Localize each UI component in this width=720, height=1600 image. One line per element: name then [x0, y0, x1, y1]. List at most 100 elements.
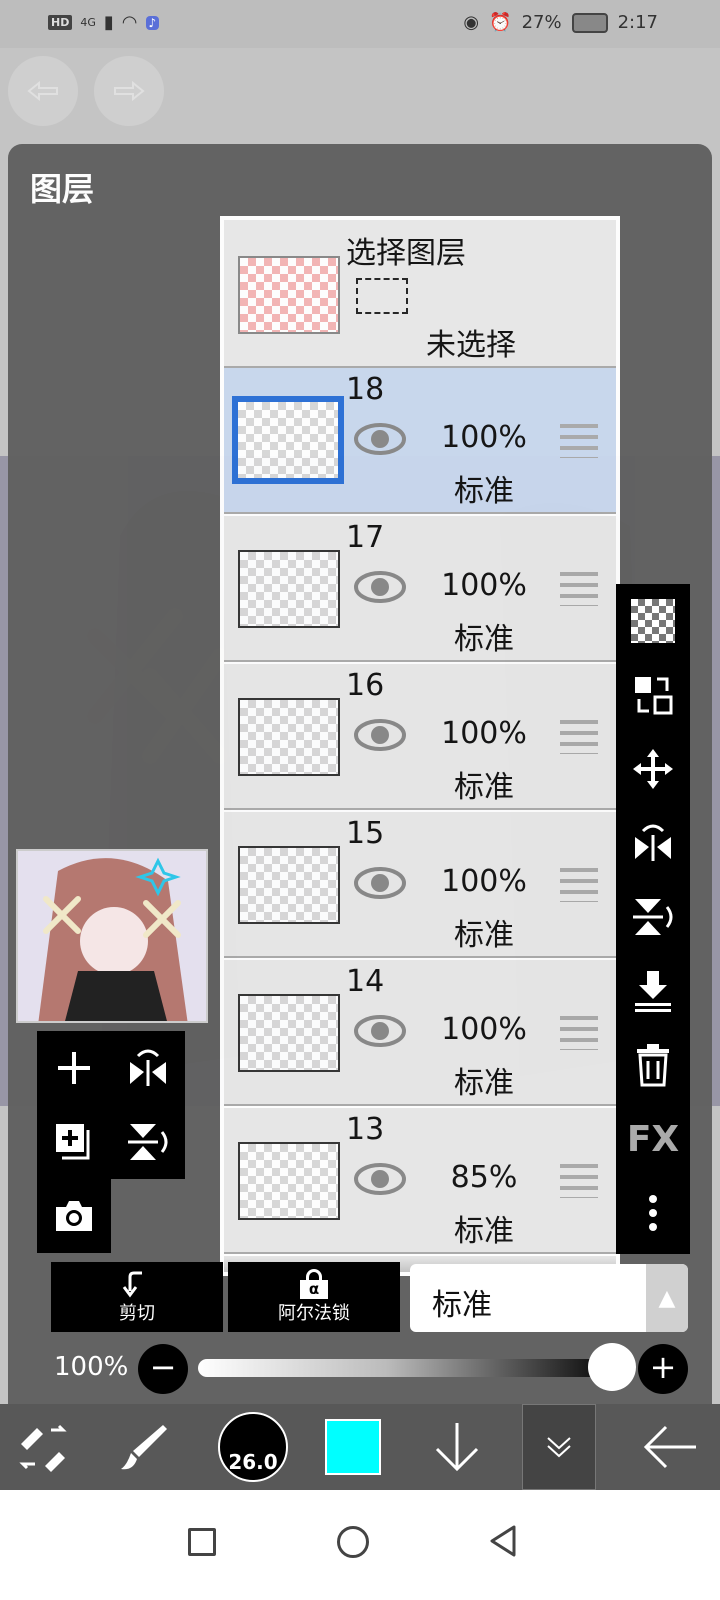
layer-number: 13: [346, 1112, 385, 1147]
visibility-eye-icon[interactable]: [354, 718, 406, 752]
undo-button[interactable]: [8, 56, 78, 126]
flip-vertical-button[interactable]: [616, 880, 690, 954]
back-button[interactable]: [620, 1404, 720, 1490]
layer-opacity: 100%: [441, 1012, 527, 1047]
layer-blend-mode: 标准: [454, 1214, 514, 1249]
drag-handle-icon[interactable]: [560, 1016, 598, 1050]
alpha-lock-label: 阿尔法锁: [278, 1303, 350, 1324]
recents-button[interactable]: [188, 1528, 216, 1556]
tool-switch-button[interactable]: [0, 1404, 86, 1490]
layer-row[interactable]: 14 100% 标准: [224, 960, 616, 1106]
drag-handle-icon[interactable]: [560, 1164, 598, 1198]
move-button[interactable]: [616, 732, 690, 806]
signal-label: 4G: [80, 16, 96, 29]
transparent-fill-button[interactable]: [616, 584, 690, 658]
more-vertical-icon: [649, 1195, 657, 1231]
chevron-up-icon[interactable]: ▲: [646, 1264, 688, 1332]
delete-layer-button[interactable]: [616, 1028, 690, 1102]
plus-icon: [58, 1052, 90, 1084]
canvas-preview[interactable]: [16, 849, 208, 1023]
blend-mode-select[interactable]: 标准 ▲: [410, 1264, 688, 1332]
opacity-decrease-button[interactable]: −: [138, 1344, 188, 1394]
music-icon: ♪: [145, 15, 160, 30]
brush-size-button[interactable]: 26.0: [210, 1404, 296, 1490]
arrow-left-icon: [643, 1425, 696, 1469]
selection-thumbnail: [238, 256, 340, 334]
opacity-label: 100%: [54, 1352, 129, 1382]
wifi-icon: ◠: [121, 12, 138, 33]
home-button[interactable]: [337, 1526, 369, 1558]
drag-handle-icon[interactable]: [560, 424, 598, 458]
clipping-button[interactable]: 剪切: [51, 1262, 223, 1332]
opacity-slider[interactable]: [198, 1359, 618, 1377]
layer-thumbnail: [238, 1142, 340, 1220]
double-chevron-down-icon: [547, 1437, 571, 1458]
layer-number: 14: [346, 964, 385, 999]
fx-button[interactable]: FX: [616, 1102, 690, 1176]
brush-tool-button[interactable]: [100, 1404, 186, 1490]
pen-eraser-swap-icon: [19, 1424, 67, 1472]
flip-horizontal-icon: [635, 824, 671, 861]
flip-canvas-button[interactable]: [111, 1031, 185, 1105]
visibility-eye-icon[interactable]: [354, 866, 406, 900]
flip-horizontal-button[interactable]: [616, 806, 690, 880]
layer-opacity: 85%: [450, 1160, 518, 1195]
merge-down-button[interactable]: [616, 954, 690, 1028]
alarm-icon: ⏰: [489, 12, 512, 33]
move-icon: [633, 749, 673, 789]
visibility-eye-icon[interactable]: [354, 570, 406, 604]
layer-panel: 图层 选择图层 未选择 18 100% 标准 17 100% 标准 16 100…: [8, 144, 712, 1428]
battery-icon: [571, 12, 608, 33]
bottom-toolbar: 26.0: [0, 1404, 720, 1490]
selection-layer[interactable]: 选择图层 未选择: [224, 220, 616, 368]
right-toolbar: FX: [616, 584, 690, 1254]
selection-dash-icon: [356, 278, 408, 314]
layer-row[interactable]: 13 85% 标准: [224, 1108, 616, 1254]
drag-handle-icon[interactable]: [560, 572, 598, 606]
visibility-eye-icon[interactable]: [354, 422, 406, 456]
preview-artwork: [38, 857, 188, 1021]
visibility-eye-icon[interactable]: [354, 1014, 406, 1048]
layer-down-button[interactable]: [414, 1404, 500, 1490]
brush-icon: [121, 1425, 167, 1470]
layer-thumbnail: [232, 396, 344, 484]
duplicate-layer-button[interactable]: [37, 1105, 111, 1179]
drag-handle-icon[interactable]: [560, 868, 598, 902]
opacity-increase-button[interactable]: +: [638, 1344, 688, 1394]
layer-blend-mode: 标准: [454, 1066, 514, 1101]
layer-opacity: 100%: [441, 716, 527, 751]
expand-menu-button[interactable]: [522, 1404, 596, 1490]
flip-vertical-icon: [128, 1124, 168, 1160]
alpha-lock-button[interactable]: α 阿尔法锁: [228, 1262, 400, 1332]
layer-row[interactable]: 16 100% 标准: [224, 664, 616, 810]
layer-row[interactable]: 18 100% 标准: [224, 368, 616, 514]
layer-number: 18: [346, 372, 385, 407]
flip-canvas-vertical-button[interactable]: [111, 1105, 185, 1179]
layer-row[interactable]: 17 100% 标准: [224, 516, 616, 662]
flip-vertical-icon: [633, 899, 673, 935]
brush-size-indicator: 26.0: [218, 1412, 288, 1482]
redo-button[interactable]: [94, 56, 164, 126]
add-copy-icon: [56, 1124, 90, 1160]
checker-icon: [631, 599, 675, 643]
layer-row[interactable]: 15 100% 标准: [224, 812, 616, 958]
swap-layer-button[interactable]: [616, 658, 690, 732]
camera-import-button[interactable]: [37, 1179, 111, 1253]
brush-size-value: 26.0: [228, 1450, 278, 1474]
more-options-button[interactable]: [616, 1176, 690, 1250]
visibility-eye-icon[interactable]: [354, 1162, 406, 1196]
lock-body: α: [300, 1280, 328, 1299]
layer-list[interactable]: 选择图层 未选择 18 100% 标准 17 100% 标准 16 100% 标…: [220, 216, 620, 1276]
color-picker-button[interactable]: [310, 1404, 396, 1490]
layer-thumbnail: [238, 846, 340, 924]
drag-handle-icon[interactable]: [560, 720, 598, 754]
opacity-slider-knob[interactable]: [588, 1343, 636, 1391]
layer-number: 17: [346, 520, 385, 555]
signal-icon: ▮: [103, 12, 114, 33]
layer-thumbnail: [238, 994, 340, 1072]
back-nav-icon[interactable]: [488, 1524, 518, 1558]
add-layer-button[interactable]: [37, 1031, 111, 1105]
clipping-label: 剪切: [119, 1303, 155, 1324]
layer-blend-mode: 标准: [454, 770, 514, 805]
clipping-arrow-icon: [122, 1271, 142, 1298]
